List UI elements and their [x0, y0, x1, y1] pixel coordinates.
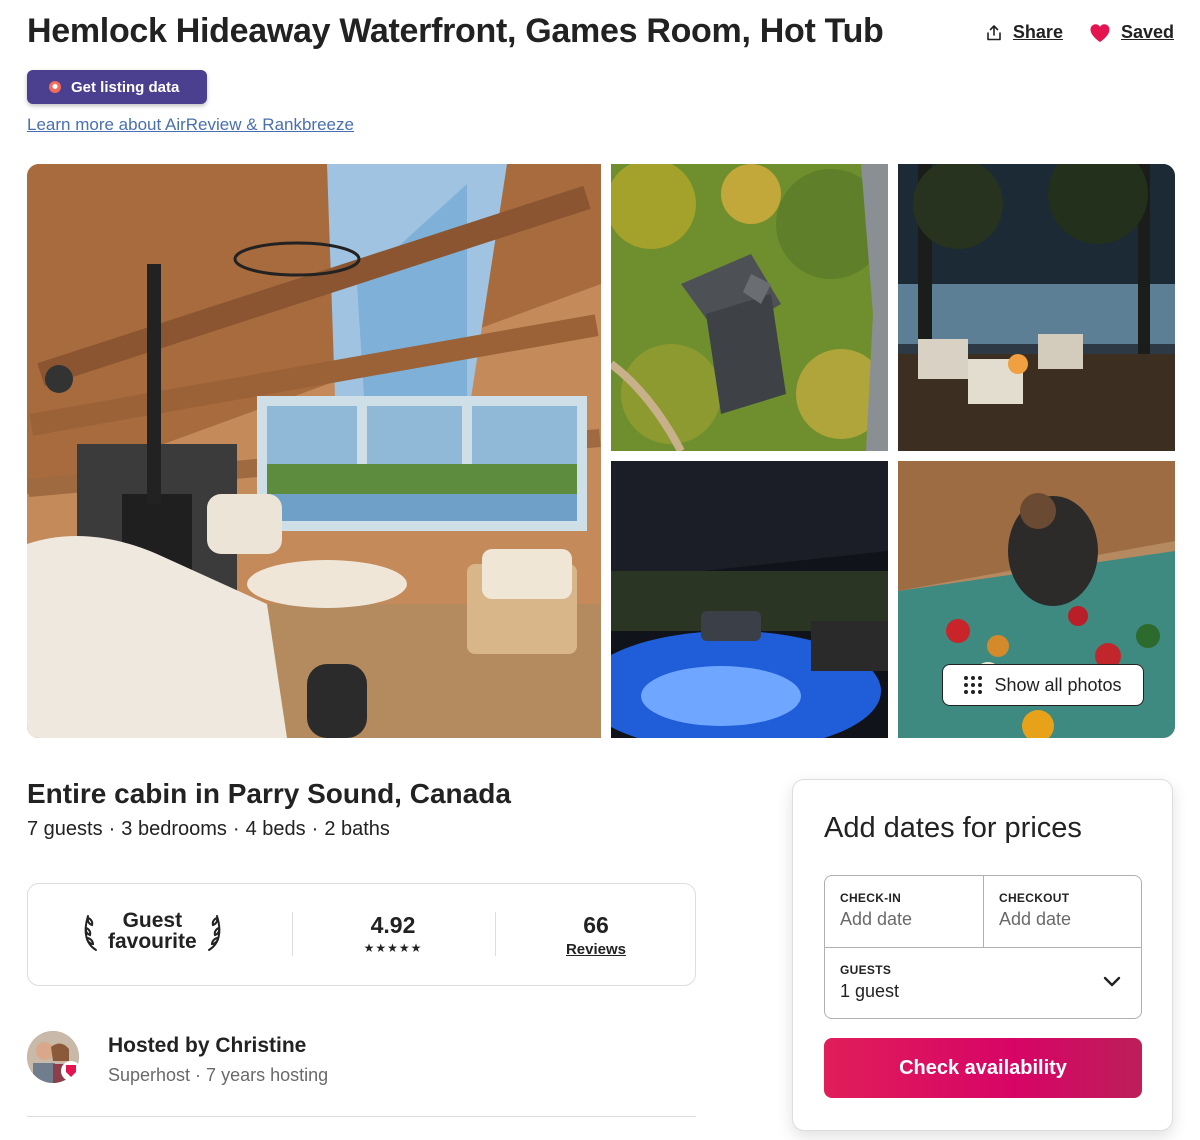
grid-dots-icon [964, 676, 983, 694]
listing-facts: 7 guests · 3 bedrooms · 4 beds · 2 baths [27, 818, 390, 841]
listing-title: Hemlock Hideaway Waterfront, Games Room,… [27, 12, 884, 50]
fact-separator: · [108, 818, 116, 840]
check-in-value: Add date [840, 909, 913, 929]
rankbreeze-logo-icon [49, 81, 61, 93]
show-all-photos-label: Show all photos [994, 674, 1122, 695]
review-count: 66 [583, 912, 609, 938]
saved-label: Saved [1120, 22, 1174, 42]
fact-bedrooms: 3 bedrooms [121, 818, 227, 840]
badge-line-1: Guest [122, 909, 183, 932]
checkout-field[interactable]: CHECKOUT Add date [984, 876, 1142, 947]
check-availability-button[interactable]: Check availability [824, 1038, 1142, 1098]
photo-aerial-view[interactable] [611, 164, 888, 451]
top-actions: Share Saved [985, 22, 1174, 43]
host-details: Superhost · 7 years hosting [108, 1065, 329, 1085]
share-button[interactable]: Share [985, 22, 1063, 43]
guests-value: 1 guest [840, 981, 900, 1001]
fact-separator: · [232, 818, 240, 840]
rating-stars: ★★★★★ [363, 941, 423, 955]
share-label: Share [1012, 22, 1063, 42]
rating-block: 4.92 ★★★★★ [293, 912, 493, 955]
share-icon [987, 24, 1001, 40]
checkout-value: Add date [999, 909, 1072, 929]
get-listing-data-button[interactable]: Get listing data [27, 70, 207, 104]
chevron-down-icon [1103, 976, 1121, 987]
get-listing-data-label: Get listing data [71, 78, 180, 96]
rating-value: 4.92 [370, 912, 416, 938]
reviews-block: 66 Reviews [496, 912, 696, 958]
listing-subtitle: Entire cabin in Parry Sound, Canada [27, 778, 511, 809]
checkout-label: CHECKOUT [999, 891, 1070, 905]
booking-card: Add dates for prices CHECK-IN Add date C… [792, 779, 1173, 1131]
check-in-field[interactable]: CHECK-IN Add date [825, 876, 984, 947]
photo-gallery: Show all photos [27, 164, 1175, 738]
fact-separator: · [311, 818, 319, 840]
laurel-right-icon [207, 915, 220, 951]
show-all-photos-button[interactable]: Show all photos [942, 664, 1144, 706]
saved-button[interactable]: Saved [1089, 22, 1174, 43]
laurel-left-icon [84, 915, 97, 951]
guest-favourite-badge: Guest favourite [80, 910, 225, 952]
check-in-label: CHECK-IN [840, 891, 902, 905]
fact-baths: 2 baths [324, 818, 390, 840]
fact-beds: 4 beds [245, 818, 306, 840]
host-name: Hosted by Christine [108, 1034, 307, 1057]
photo-lakeside-deck[interactable] [898, 164, 1175, 451]
section-divider [27, 1116, 696, 1117]
fact-guests: 7 guests [27, 818, 103, 840]
heart-icon [1090, 23, 1110, 42]
guests-dropdown[interactable]: GUESTS 1 guest [825, 947, 1141, 1018]
booking-title: Add dates for prices [824, 812, 1082, 844]
photo-hot-tub[interactable] [611, 461, 888, 738]
guests-label: GUESTS [840, 963, 892, 977]
guest-favourite-text: Guest favourite [108, 910, 197, 952]
learn-more-link[interactable]: Learn more about AirReview & Rankbreeze [27, 115, 354, 135]
badge-line-2: favourite [108, 930, 197, 953]
reviews-link[interactable]: Reviews [496, 941, 696, 958]
superhost-badge-icon [61, 1061, 81, 1081]
date-guest-picker: CHECK-IN Add date CHECKOUT Add date GUES… [824, 875, 1142, 1019]
guest-favourite-card: Guest favourite 4.92 ★★★★★ 66 Reviews [27, 883, 696, 986]
photo-living-room[interactable] [27, 164, 601, 738]
